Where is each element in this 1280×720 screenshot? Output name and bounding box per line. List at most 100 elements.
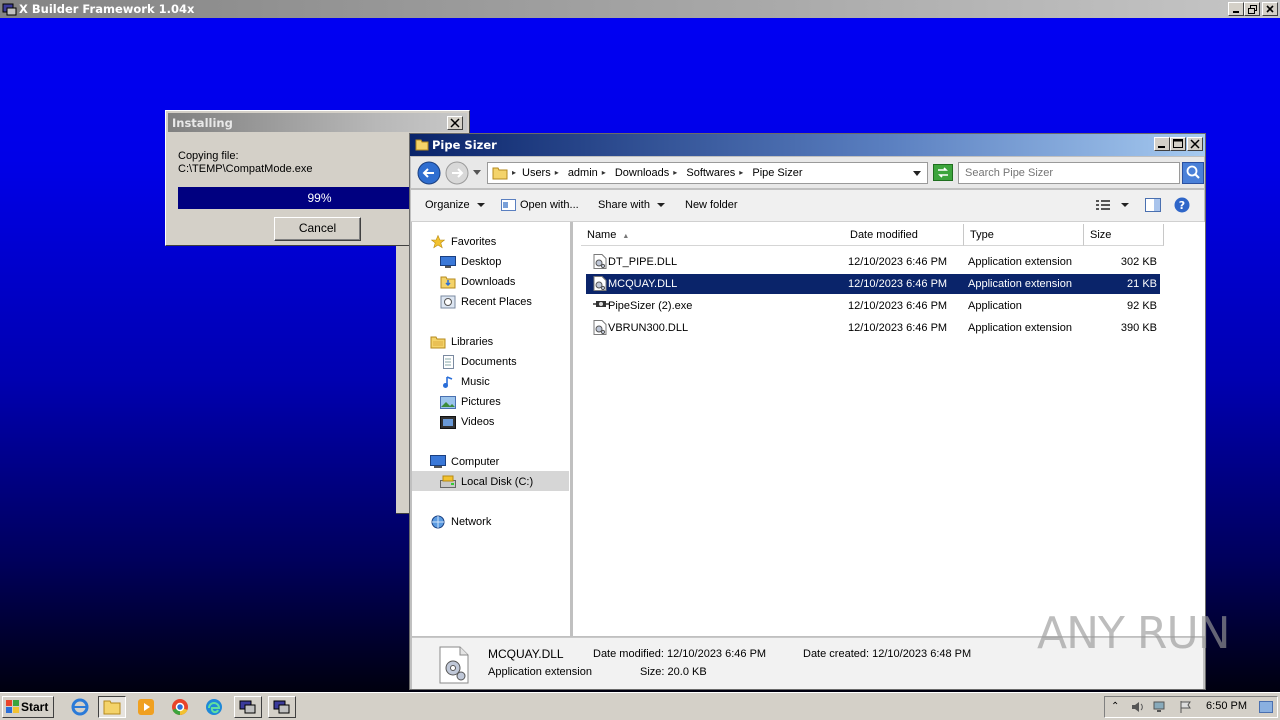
recent-places-icon — [440, 295, 456, 309]
column-header-date[interactable]: Date modified — [844, 224, 964, 246]
internet-explorer-icon[interactable] — [66, 696, 94, 718]
breadcrumb-users[interactable]: Users — [522, 163, 551, 183]
nav-label: Desktop — [461, 256, 502, 268]
nav-item-documents[interactable]: Documents — [440, 352, 517, 372]
file-list: Name ▲ Date modified Type Size DT_PIPE.DL… — [573, 222, 1205, 636]
explorer-window: Pipe Sizer ▸ Users ▸ admin ▸ Downloads ▸ So… — [409, 133, 1206, 690]
close-button[interactable] — [1262, 2, 1278, 16]
nav-item-network[interactable]: Network — [430, 512, 491, 532]
chrome-icon[interactable] — [166, 696, 194, 718]
column-header-name[interactable]: Name ▲ — [581, 224, 845, 246]
nav-item-music[interactable]: Music — [440, 372, 490, 392]
open-with-icon — [501, 199, 516, 211]
start-button[interactable]: Start — [2, 696, 54, 718]
installing-close-button[interactable] — [447, 116, 463, 130]
clock[interactable]: 6:50 PM — [1206, 700, 1247, 712]
nav-item-computer[interactable]: Computer — [430, 452, 499, 472]
nav-item-desktop[interactable]: Desktop — [440, 252, 501, 272]
downloads-icon — [440, 275, 456, 289]
nav-item-videos[interactable]: Videos — [440, 412, 494, 432]
system-tray: ⌃ 6:50 PM — [1104, 696, 1278, 718]
xbuilder-titlebar: X Builder Framework 1.04x — [0, 0, 1280, 18]
restore-button[interactable] — [1244, 2, 1260, 16]
taskbar: Start ⌃ 6:50 PM — [0, 692, 1280, 720]
xbuilder-taskbar-button[interactable] — [234, 696, 262, 718]
refresh-button[interactable] — [933, 164, 953, 181]
nav-label: Libraries — [451, 336, 494, 348]
nav-item-libraries[interactable]: Libraries — [430, 332, 493, 352]
breadcrumb-downloads[interactable]: Downloads — [615, 163, 669, 183]
details-date-modified: Date modified: 12/10/2023 6:46 PM — [593, 648, 766, 660]
edge-icon[interactable] — [200, 696, 228, 718]
nav-label: Local Disk (C:) — [461, 476, 534, 488]
nav-item-local-disk[interactable]: Local Disk (C:) — [440, 472, 533, 492]
details-size-value: 20.0 KB — [667, 666, 707, 678]
drive-icon — [440, 475, 456, 489]
nav-item-downloads[interactable]: Downloads — [440, 272, 515, 292]
breadcrumb-softwares[interactable]: Softwares — [686, 163, 735, 183]
file-name: MCQUAY.DLL — [608, 278, 678, 290]
minimize-button[interactable] — [1228, 2, 1244, 16]
chevron-down-icon — [656, 203, 665, 208]
organize-label: Organize — [425, 199, 470, 211]
nav-label: Videos — [461, 416, 495, 428]
address-row: ▸ Users ▸ admin ▸ Downloads ▸ Softwares ▸ Pi… — [411, 157, 1204, 188]
explorer-titlebar: Pipe Sizer — [410, 134, 1205, 156]
address-bar[interactable]: ▸ Users ▸ admin ▸ Downloads ▸ Softwares ▸ Pi… — [487, 162, 928, 184]
file-row[interactable]: PipeSizer (2).exe 12/10/2023 6:46 PM Appli… — [586, 296, 1160, 316]
details-size-label: Size: — [640, 666, 665, 678]
explorer-close-button[interactable] — [1187, 137, 1203, 151]
file-row[interactable]: VBRUN300.DLL 12/10/2023 6:46 PM Applicatio… — [586, 318, 1160, 338]
address-dropdown-icon[interactable] — [913, 171, 921, 176]
file-explorer-taskbar-button[interactable] — [98, 696, 126, 718]
column-header-type[interactable]: Type — [964, 224, 1084, 246]
new-folder-button[interactable]: New folder — [685, 199, 738, 211]
organize-menu[interactable]: Organize — [425, 199, 485, 211]
nav-item-favorites[interactable]: Favorites — [430, 232, 496, 252]
file-row[interactable]: MCQUAY.DLL 12/10/2023 6:46 PM Application … — [586, 274, 1160, 294]
file-date: 12/10/2023 6:46 PM — [848, 278, 948, 290]
forward-button[interactable] — [445, 161, 469, 185]
share-with-menu[interactable]: Share with — [598, 199, 665, 211]
chevron-down-icon — [1121, 203, 1129, 207]
videos-icon — [440, 415, 456, 429]
open-with-button[interactable]: Open with... — [501, 199, 579, 211]
cancel-button[interactable]: Cancel — [274, 217, 361, 241]
file-row[interactable]: DT_PIPE.DLL 12/10/2023 6:46 PM Application… — [586, 252, 1160, 272]
media-player-icon[interactable] — [132, 696, 160, 718]
speaker-icon[interactable] — [1131, 701, 1145, 713]
network-tray-icon[interactable] — [1153, 701, 1167, 713]
nav-label: Pictures — [461, 396, 501, 408]
show-desktop-icon[interactable] — [1259, 701, 1273, 713]
xbuilder-title: X Builder Framework 1.04x — [19, 2, 195, 16]
installing-title: Installing — [172, 116, 233, 130]
file-size: 302 KB — [1120, 256, 1157, 268]
search-icon[interactable] — [1182, 162, 1204, 184]
breadcrumb-admin[interactable]: admin — [568, 163, 598, 183]
nav-item-recent-places[interactable]: Recent Places — [440, 292, 532, 312]
preview-pane-icon[interactable] — [1145, 198, 1161, 212]
nav-item-pictures[interactable]: Pictures — [440, 392, 501, 412]
dll-icon — [593, 276, 607, 291]
documents-icon — [440, 355, 456, 369]
explorer-maximize-button[interactable] — [1170, 137, 1186, 151]
column-header-size[interactable]: Size — [1084, 224, 1164, 246]
flag-icon[interactable] — [1179, 701, 1193, 713]
nav-label: Documents — [461, 356, 517, 368]
nav-label: Downloads — [461, 276, 516, 288]
breadcrumb-pipe-sizer[interactable]: Pipe Sizer — [752, 163, 802, 183]
installer-taskbar-button[interactable] — [268, 696, 296, 718]
view-options-icon[interactable] — [1095, 198, 1129, 212]
command-bar: Organize Open with... Share with New fol… — [411, 190, 1204, 222]
search-input[interactable] — [958, 162, 1180, 184]
history-dropdown-icon[interactable] — [473, 170, 481, 175]
show-hidden-icons-icon[interactable]: ⌃ — [1111, 701, 1119, 712]
column-name-label: Name — [587, 229, 617, 241]
file-date: 12/10/2023 6:46 PM — [848, 322, 948, 334]
start-label: Start — [21, 700, 49, 714]
help-icon[interactable]: ? — [1174, 197, 1190, 213]
explorer-minimize-button[interactable] — [1154, 137, 1170, 151]
file-name: PipeSizer (2).exe — [608, 300, 693, 312]
back-button[interactable] — [417, 161, 441, 185]
details-name: MCQUAY.DLL — [488, 647, 564, 661]
